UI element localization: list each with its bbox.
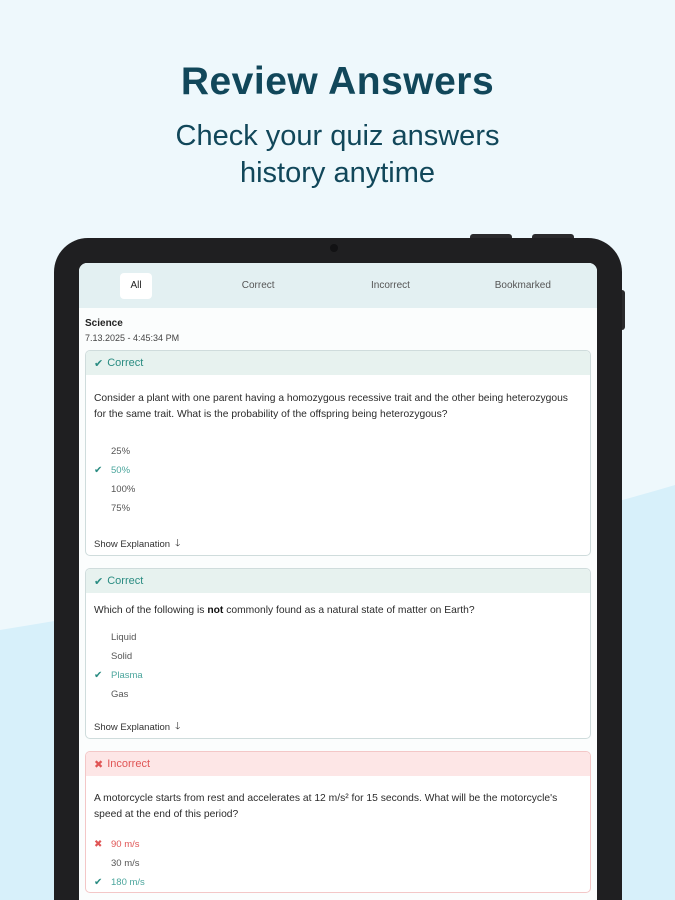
option-selected-correct: ✔ 50% <box>94 465 131 476</box>
arrow-down-icon: 🡓 <box>175 537 181 549</box>
status-badge: ✔ Correct <box>86 569 590 593</box>
option: 25% <box>111 446 131 457</box>
show-explanation-button[interactable]: Show Explanation 🡓 <box>86 533 590 555</box>
answer-card: ✖ Incorrect A motorcycle starts from res… <box>85 751 591 893</box>
arrow-down-icon: 🡓 <box>175 720 181 732</box>
check-icon: ✔ <box>94 465 103 476</box>
option-selected-wrong: ✖ 90 m/s <box>94 839 140 850</box>
filter-tabs: All Correct Incorrect Bookmarked <box>79 263 597 308</box>
promo-subtitle: Check your quiz answers history anytime <box>0 118 675 192</box>
option: 75% <box>111 503 131 514</box>
check-icon: ✔ <box>94 877 103 888</box>
tab-bookmarked[interactable]: Bookmarked <box>457 273 589 299</box>
tab-all[interactable]: All <box>120 272 152 299</box>
status-badge: ✔ Correct <box>86 351 590 375</box>
options-list: Liquid Solid ✔ Plasma Gas <box>86 628 590 704</box>
quiz-timestamp: 7.13.2025 - 4:45:34 PM <box>85 333 180 343</box>
option: 100% <box>111 484 136 495</box>
x-icon: ✖ <box>94 839 103 850</box>
status-label: Correct <box>107 357 144 369</box>
question-text: Consider a plant with one parent having … <box>94 393 568 420</box>
options-list: ✖ 90 m/s 30 m/s ✔ 180 m/s <box>86 835 590 892</box>
x-icon: ✖ <box>94 758 104 771</box>
show-explanation-label: Show Explanation <box>94 538 171 550</box>
option-selected-correct: ✔ Plasma <box>94 670 143 681</box>
promo-title: Review Answers <box>180 60 495 103</box>
show-explanation-button[interactable]: Show Explanation 🡓 <box>86 716 590 738</box>
check-icon: ✔ <box>94 670 103 681</box>
answer-card: ✔ Correct Which of the following is not … <box>85 568 591 739</box>
check-icon: ✔ <box>94 575 104 588</box>
question-text: Which of the following is not commonly f… <box>94 605 475 616</box>
option: Liquid <box>111 632 137 643</box>
tablet-frame: All Correct Incorrect Bookmarked Science… <box>54 238 622 900</box>
option: Solid <box>111 651 133 662</box>
quiz-subject: Science <box>85 318 123 329</box>
question-text: A motorcycle starts from rest and accele… <box>94 793 558 820</box>
status-label: Correct <box>107 575 144 587</box>
tab-incorrect[interactable]: Incorrect <box>324 273 456 299</box>
check-icon: ✔ <box>94 357 104 370</box>
camera-icon <box>330 244 338 252</box>
tab-correct[interactable]: Correct <box>192 273 324 299</box>
promo-subtitle-line-1: Check your quiz answers <box>175 120 500 152</box>
app-screen: All Correct Incorrect Bookmarked Science… <box>79 263 597 900</box>
options-list: 25% ✔ 50% 100% 75% <box>86 442 590 518</box>
status-badge: ✖ Incorrect <box>86 752 590 776</box>
status-label: Incorrect <box>107 758 151 770</box>
show-explanation-label: Show Explanation <box>94 721 171 733</box>
option: Gas <box>111 689 129 700</box>
promo-subtitle-line-2: history anytime <box>239 157 435 189</box>
option-correct: ✔ 180 m/s <box>94 877 145 888</box>
answer-card: ✔ Correct Consider a plant with one pare… <box>85 350 591 556</box>
option: 30 m/s <box>111 858 140 869</box>
